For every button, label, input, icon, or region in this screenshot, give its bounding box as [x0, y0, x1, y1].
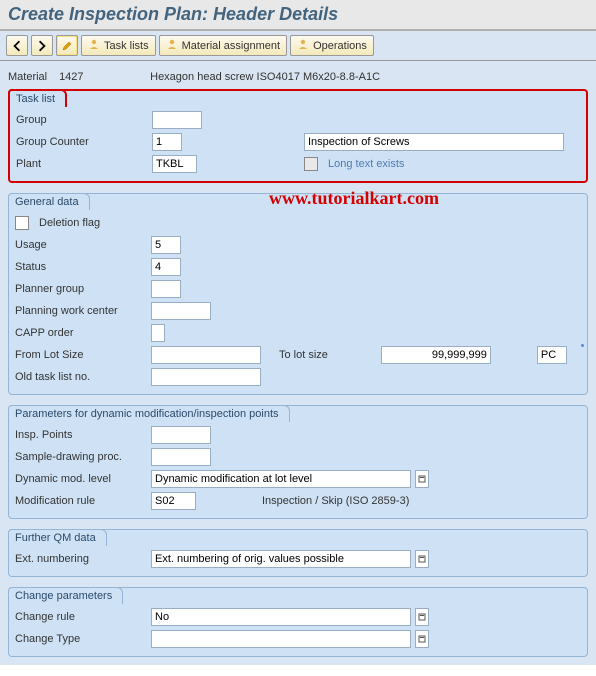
nav-back-button[interactable]: [6, 35, 28, 56]
usage-input[interactable]: [151, 236, 181, 254]
insp-points-input[interactable]: [151, 426, 211, 444]
dynamic-level-label: Dynamic mod. level: [15, 473, 145, 485]
group-counter-input[interactable]: [152, 133, 182, 151]
to-lot-input[interactable]: [381, 346, 491, 364]
change-rule-label: Change rule: [15, 611, 145, 623]
material-assignment-label: Material assignment: [182, 40, 280, 52]
planner-group-input[interactable]: [151, 280, 181, 298]
insp-points-label: Insp. Points: [15, 429, 145, 441]
task-desc-input[interactable]: [304, 133, 564, 151]
watermark: www.tutorialkart.com: [269, 188, 439, 209]
uom-input[interactable]: [537, 346, 567, 364]
page-title: Create Inspection Plan: Header Details: [0, 0, 596, 31]
material-line: Material 1427 Hexagon head screw ISO4017…: [8, 71, 588, 83]
section-title: Task list: [8, 89, 67, 107]
old-task-input[interactable]: [151, 368, 261, 386]
change-rule-input[interactable]: [151, 608, 411, 626]
material-desc: Hexagon head screw ISO4017 M6x20-8.8-A1C: [150, 71, 380, 83]
ext-numbering-input[interactable]: [151, 550, 411, 568]
from-lot-label: From Lot Size: [15, 349, 145, 361]
plant-label: Plant: [16, 158, 146, 170]
material-code: 1427: [59, 71, 117, 83]
dynamic-level-input[interactable]: [151, 470, 411, 488]
sample-proc-input[interactable]: [151, 448, 211, 466]
sample-proc-label: Sample-drawing proc.: [15, 451, 145, 463]
ext-numbering-label: Ext. numbering: [15, 553, 145, 565]
change-type-label: Change Type: [15, 633, 145, 645]
dynamic-level-dropdown[interactable]: [415, 470, 429, 488]
change-rule-dropdown[interactable]: [415, 608, 429, 626]
group-counter-label: Group Counter: [16, 136, 146, 148]
plant-input[interactable]: [152, 155, 197, 173]
section-title: Change parameters: [8, 587, 123, 604]
operations-button[interactable]: Operations: [290, 35, 374, 56]
usage-label: Usage: [15, 239, 145, 251]
material-assignment-button[interactable]: Material assignment: [159, 35, 287, 56]
content: Material 1427 Hexagon head screw ISO4017…: [0, 61, 596, 665]
mod-rule-desc: Inspection / Skip (ISO 2859-3): [262, 495, 409, 507]
long-text-checkbox[interactable]: [304, 157, 318, 171]
section-general: www.tutorialkart.com General data Deleti…: [8, 193, 588, 395]
mod-rule-label: Modification rule: [15, 495, 145, 507]
nav-forward-button[interactable]: [31, 35, 53, 56]
group-input[interactable]: [152, 111, 202, 129]
capp-order-input[interactable]: [151, 324, 165, 342]
task-lists-label: Task lists: [104, 40, 149, 52]
ext-numbering-dropdown[interactable]: [415, 550, 429, 568]
section-title: General data: [8, 193, 90, 210]
status-label: Status: [15, 261, 145, 273]
section-title: Further QM data: [8, 529, 107, 546]
section-parameters: Parameters for dynamic modification/insp…: [8, 405, 588, 519]
work-center-label: Planning work center: [15, 305, 145, 317]
section-title: Parameters for dynamic modification/insp…: [8, 405, 290, 422]
from-lot-input[interactable]: [151, 346, 261, 364]
deletion-flag-checkbox[interactable]: [15, 216, 29, 230]
change-type-dropdown[interactable]: [415, 630, 429, 648]
long-text-label: Long text exists: [328, 158, 404, 170]
status-input[interactable]: [151, 258, 181, 276]
group-label: Group: [16, 114, 146, 126]
to-lot-label: To lot size: [279, 349, 328, 361]
edit-button[interactable]: [56, 35, 78, 56]
planner-group-label: Planner group: [15, 283, 145, 295]
toolbar: Task lists Material assignment Operation…: [0, 31, 596, 61]
material-label: Material: [8, 71, 56, 83]
section-task-list: Task list Group Group Counter Plant Long…: [8, 89, 588, 183]
work-center-input[interactable]: [151, 302, 211, 320]
person-icon: [166, 38, 178, 53]
old-task-label: Old task list no.: [15, 371, 145, 383]
capp-order-label: CAPP order: [15, 327, 145, 339]
section-change: Change parameters Change rule Change Typ…: [8, 587, 588, 657]
indicator-dot: [581, 344, 584, 347]
person-icon: [297, 38, 309, 53]
deletion-flag-label: Deletion flag: [39, 217, 100, 229]
change-type-input[interactable]: [151, 630, 411, 648]
person-icon: [88, 38, 100, 53]
section-qm: Further QM data Ext. numbering: [8, 529, 588, 577]
operations-label: Operations: [313, 40, 367, 52]
task-lists-button[interactable]: Task lists: [81, 35, 156, 56]
mod-rule-input[interactable]: [151, 492, 196, 510]
